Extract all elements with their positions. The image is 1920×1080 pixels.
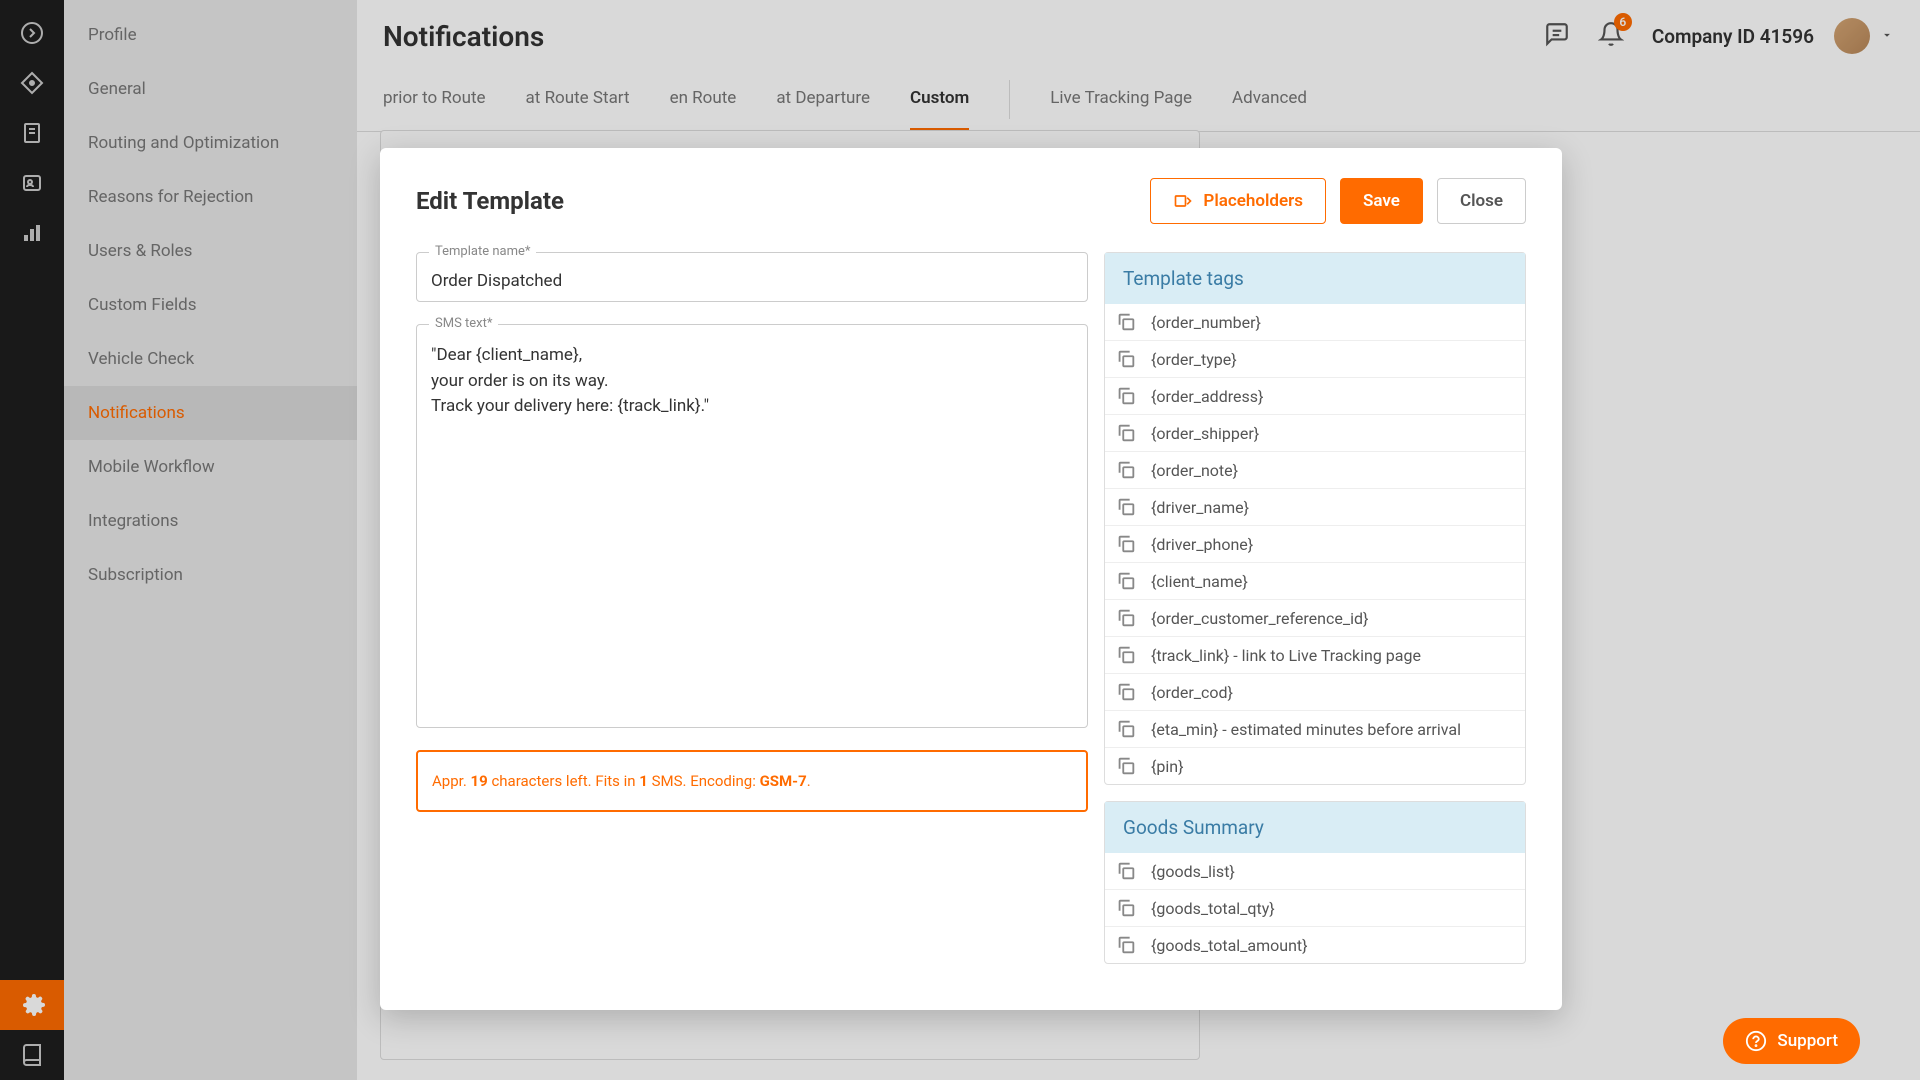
tag-text: {goods_list} xyxy=(1151,862,1235,881)
tag-row: {goods_total_qty} xyxy=(1105,889,1525,926)
tag-text: {track_link} - link to Live Tracking pag… xyxy=(1151,646,1421,665)
save-button[interactable]: Save xyxy=(1340,178,1423,224)
template-tags-section: Template tags {order_number} {order_type}… xyxy=(1104,252,1526,785)
sms-text-input[interactable]: "Dear {client_name}, your order is on it… xyxy=(431,343,1073,713)
copy-icon[interactable] xyxy=(1115,644,1137,666)
copy-icon[interactable] xyxy=(1115,348,1137,370)
tag-text: {goods_total_qty} xyxy=(1151,899,1275,918)
tag-row: {driver_name} xyxy=(1105,488,1525,525)
tag-row: {order_address} xyxy=(1105,377,1525,414)
tag-row: {track_link} - link to Live Tracking pag… xyxy=(1105,636,1525,673)
tag-text: {driver_phone} xyxy=(1151,535,1253,554)
tag-text: {client_name} xyxy=(1151,572,1248,591)
copy-icon[interactable] xyxy=(1115,897,1137,919)
copy-icon[interactable] xyxy=(1115,860,1137,882)
tag-row: {order_number} xyxy=(1105,304,1525,340)
tag-text: {eta_min} - estimated minutes before arr… xyxy=(1151,720,1461,739)
placeholders-button[interactable]: Placeholders xyxy=(1150,178,1326,224)
goods-summary-header: Goods Summary xyxy=(1105,802,1525,853)
tag-row: {order_customer_reference_id} xyxy=(1105,599,1525,636)
template-name-input[interactable] xyxy=(431,271,1073,291)
tag-text: {pin} xyxy=(1151,757,1184,776)
template-name-field: Template name* xyxy=(416,252,1088,302)
tag-text: {order_shipper} xyxy=(1151,424,1259,443)
tag-row: {pin} xyxy=(1105,747,1525,784)
copy-icon[interactable] xyxy=(1115,311,1137,333)
tag-text: {order_customer_reference_id} xyxy=(1151,609,1368,628)
copy-icon[interactable] xyxy=(1115,934,1137,956)
sms-text-label: SMS text* xyxy=(429,316,498,331)
tag-row: {eta_min} - estimated minutes before arr… xyxy=(1105,710,1525,747)
copy-icon[interactable] xyxy=(1115,422,1137,444)
tag-row: {client_name} xyxy=(1105,562,1525,599)
copy-icon[interactable] xyxy=(1115,681,1137,703)
support-button[interactable]: Support xyxy=(1723,1018,1860,1064)
copy-icon[interactable] xyxy=(1115,459,1137,481)
tag-row: {order_note} xyxy=(1105,451,1525,488)
sms-info-box: Appr. 19 characters left. Fits in 1 SMS.… xyxy=(416,750,1088,812)
copy-icon[interactable] xyxy=(1115,533,1137,555)
tag-text: {order_type} xyxy=(1151,350,1237,369)
tag-row: {order_shipper} xyxy=(1105,414,1525,451)
copy-icon[interactable] xyxy=(1115,755,1137,777)
modal-title: Edit Template xyxy=(416,187,564,215)
copy-icon[interactable] xyxy=(1115,718,1137,740)
template-name-label: Template name* xyxy=(429,244,536,259)
copy-icon[interactable] xyxy=(1115,570,1137,592)
tag-row: {driver_phone} xyxy=(1105,525,1525,562)
goods-summary-section: Goods Summary {goods_list} {goods_total_q… xyxy=(1104,801,1526,964)
tag-text: {order_cod} xyxy=(1151,683,1233,702)
tag-row: {goods_list} xyxy=(1105,853,1525,889)
edit-template-modal: Edit Template Placeholders Save Close Te… xyxy=(380,148,1562,1010)
tag-row: {order_cod} xyxy=(1105,673,1525,710)
modal-header: Edit Template Placeholders Save Close xyxy=(416,178,1526,224)
help-icon xyxy=(1745,1030,1767,1052)
tag-text: {goods_total_amount} xyxy=(1151,936,1308,955)
tag-row: {order_type} xyxy=(1105,340,1525,377)
tag-row: {goods_total_amount} xyxy=(1105,926,1525,963)
copy-icon[interactable] xyxy=(1115,607,1137,629)
tag-text: {driver_name} xyxy=(1151,498,1249,517)
close-button[interactable]: Close xyxy=(1437,178,1526,224)
tag-text: {order_note} xyxy=(1151,461,1238,480)
tag-text: {order_address} xyxy=(1151,387,1263,406)
tag-text: {order_number} xyxy=(1151,313,1261,332)
template-tags-header: Template tags xyxy=(1105,253,1525,304)
copy-icon[interactable] xyxy=(1115,385,1137,407)
placeholders-icon xyxy=(1173,191,1193,211)
sms-text-field: SMS text* "Dear {client_name}, your orde… xyxy=(416,324,1088,728)
copy-icon[interactable] xyxy=(1115,496,1137,518)
